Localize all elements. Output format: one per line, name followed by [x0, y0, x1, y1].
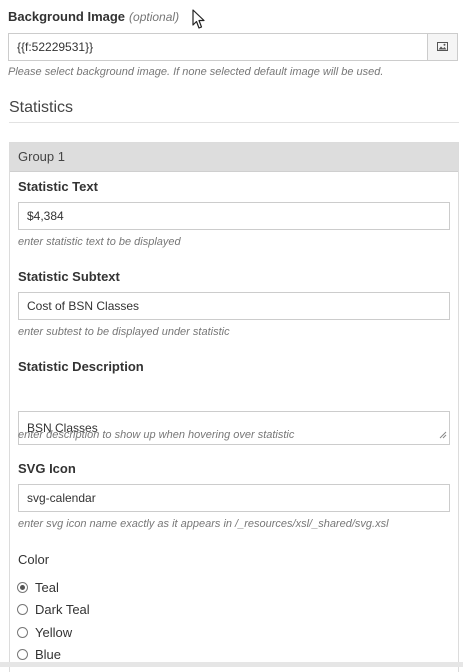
- radio-checked-icon[interactable]: [17, 582, 28, 593]
- background-image-label: Background Image (optional): [8, 9, 179, 24]
- statistic-subtext-input[interactable]: Cost of BSN Classes: [18, 292, 450, 320]
- scroll-edge-shadow: [0, 662, 463, 667]
- mouse-pointer-icon: [192, 9, 206, 35]
- radio-unchecked-icon[interactable]: [17, 649, 28, 660]
- radio-unchecked-icon[interactable]: [17, 627, 28, 638]
- color-option-yellow[interactable]: Yellow: [17, 625, 72, 640]
- color-option-label: Teal: [35, 580, 59, 595]
- optional-label: (optional): [129, 10, 180, 24]
- color-option-dark-teal[interactable]: Dark Teal: [17, 602, 90, 617]
- svg-icon-help: enter svg icon name exactly as it appear…: [18, 518, 389, 530]
- group-header[interactable]: Group 1: [10, 143, 458, 172]
- color-option-label: Blue: [35, 647, 62, 662]
- svg-icon-label: SVG Icon: [18, 461, 76, 476]
- background-image-help: Please select background image. If none …: [8, 66, 384, 78]
- color-label: Color: [18, 552, 50, 567]
- statistics-group: Group 1 Statistic Text $4,384 enter stat…: [9, 142, 459, 672]
- statistic-subtext-label: Statistic Subtext: [18, 269, 120, 284]
- background-image-field: {{f:52229531}}: [8, 33, 458, 61]
- statistic-text-help: enter statistic text to be displayed: [18, 236, 181, 248]
- statistic-description-help: enter description to show up when hoveri…: [18, 429, 295, 441]
- resize-grip-icon[interactable]: [439, 428, 447, 442]
- image-icon: [437, 38, 448, 56]
- section-title: Statistics: [9, 99, 74, 116]
- image-picker-button[interactable]: [427, 33, 458, 61]
- svg-icon-input[interactable]: svg-calendar: [18, 484, 450, 512]
- color-option-blue[interactable]: Blue: [17, 647, 61, 662]
- statistic-text-input[interactable]: $4,384: [18, 202, 450, 230]
- section-divider: [9, 122, 459, 123]
- color-option-teal[interactable]: Teal: [17, 580, 59, 595]
- statistic-description-label: Statistic Description: [18, 359, 144, 374]
- color-option-label: Dark Teal: [35, 602, 90, 617]
- background-image-input[interactable]: {{f:52229531}}: [8, 33, 427, 61]
- color-option-label: Yellow: [35, 625, 73, 640]
- statistic-text-label: Statistic Text: [18, 179, 98, 194]
- statistic-subtext-help: enter subtest to be displayed under stat…: [18, 326, 230, 338]
- background-image-label-text: Background Image: [8, 9, 126, 24]
- radio-unchecked-icon[interactable]: [17, 604, 28, 615]
